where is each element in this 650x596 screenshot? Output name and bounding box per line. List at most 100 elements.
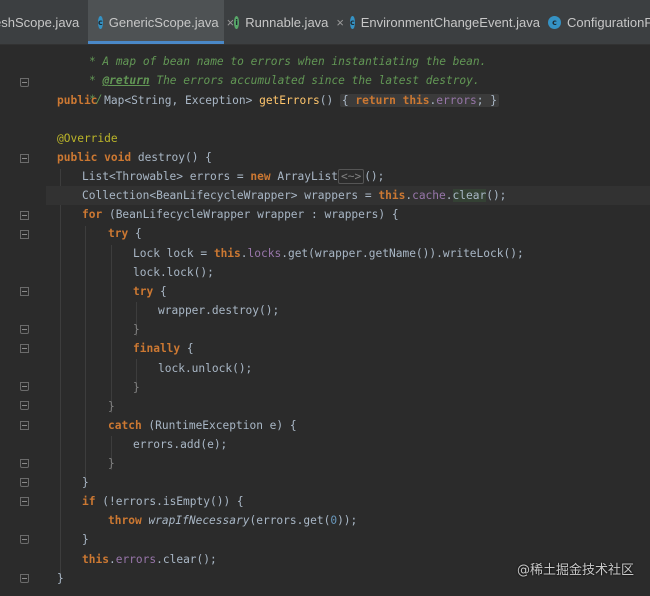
code-text: { [128,227,142,240]
code-text: () [319,94,340,107]
brace: } [82,476,89,489]
code-text: .get(wrapper.getName()).writeLock(); [281,247,524,260]
fold-marker-icon[interactable] [20,574,29,583]
keyword: try [133,285,154,298]
code-text: . [240,247,248,260]
code-line: catch (RuntimeException e) { [108,416,297,435]
keyword: finally [133,342,181,355]
code-text: (); [486,189,507,202]
keyword: for [82,208,103,221]
fold-marker-icon[interactable] [20,535,29,544]
code-line: try { [133,282,167,301]
close-icon[interactable]: × [336,15,344,30]
code-line: lock.lock(); [133,263,214,282]
code-line: */ [62,71,102,106]
method-name: wrapIfNecessary [148,514,250,527]
fold-marker-icon[interactable] [20,401,29,410]
indent-guide [60,169,61,579]
fold-marker-icon[interactable] [20,497,29,506]
field: errors [436,94,477,107]
code-text: lock.lock(); [133,266,214,279]
tab-label: GenericScope.java [108,14,219,30]
code-line: List<Throwable> errors = new ArrayList <~… [82,167,384,186]
indent-guide [111,245,112,413]
code-line: Lock lock = this.locks.get(wrapper.getNa… [133,244,524,263]
code-editor[interactable]: * A map of bean name to errors when inst… [0,45,650,596]
keyword: return [355,94,396,107]
tab-configurationproperties[interactable]: c ConfigurationPro [548,0,650,44]
keyword: public void [57,151,132,164]
java-class-icon: c [98,15,103,29]
code-text: (BeanLifecycleWrapper wrapper : wrappers… [102,208,399,221]
code-line: } [108,397,115,416]
brace: } [133,381,140,394]
keyword: try [108,227,129,240]
code-line: public Map<String, Exception> getErrors(… [57,91,499,110]
code-line: } [82,473,89,492]
keyword: catch [108,419,142,432]
code-text: (!errors.isEmpty()) { [95,495,244,508]
diamond-fold[interactable]: <~> [337,169,365,184]
brace: } [57,572,64,585]
keyword: public [57,94,98,107]
code-text: (); [364,170,385,183]
java-class-icon: c [350,15,355,29]
code-text: .clear(); [156,553,217,566]
brace: } [108,457,115,470]
fold-marker-icon[interactable] [20,287,29,296]
code-text: . [445,189,453,202]
tab-label: Runnable.java [245,14,329,30]
type: ArrayList [270,170,338,183]
code-text: errors.add(e); [133,438,228,451]
code-text: } [490,94,497,107]
code-line: } [108,454,115,473]
doc-comment: The errors accumulated since the latest … [149,74,480,87]
folded-body[interactable]: { return this.errors; } [339,94,499,107]
code-text: { [153,285,167,298]
code-text: (errors.get( [249,514,331,527]
code-text: Lock lock = [133,247,214,260]
code-line: throw wrapIfNecessary(errors.get(0)); [108,511,357,530]
code-line-current: Collection<BeanLifecycleWrapper> wrapper… [46,186,650,205]
field: locks [247,247,282,260]
code-line: lock.unlock(); [158,359,252,378]
keyword: throw [108,514,142,527]
code-line: } [57,569,64,588]
code-text: { [341,94,356,107]
code-text: wrapper.destroy(); [158,304,280,317]
code-text: ; [476,94,491,107]
code-line: finally { [133,339,194,358]
field: cache [412,189,446,202]
code-line: if (!errors.isEmpty()) { [82,492,244,511]
fold-marker-icon[interactable] [20,421,29,430]
fold-marker-icon[interactable] [20,478,29,487]
fold-marker-icon[interactable] [20,78,29,87]
keyword: new [250,170,271,183]
code-line: errors.add(e); [133,435,227,454]
code-line: * A map of bean name to errors when inst… [62,33,486,68]
fold-marker-icon[interactable] [20,325,29,334]
fold-marker-icon[interactable] [20,154,29,163]
fold-marker-icon[interactable] [20,211,29,220]
brace: } [82,533,89,546]
code-text: lock.unlock(); [158,362,253,375]
type: Map<String, Exception> [97,94,260,107]
code-text: { [180,342,194,355]
code-line: for (BeanLifecycleWrapper wrapper : wrap… [82,205,399,224]
tab-label: eshScope.java [0,14,80,30]
annotation: @Override [57,132,118,145]
code-line: } [133,320,140,339]
code-line: wrapper.destroy(); [158,301,279,320]
fold-marker-icon[interactable] [20,459,29,468]
keyword: this [378,189,406,202]
method-name: getErrors [259,94,320,107]
fold-marker-icon[interactable] [20,344,29,353]
fold-marker-icon[interactable] [20,382,29,391]
tab-label: EnvironmentChangeEvent.java [360,14,540,30]
code-text: Collection<BeanLifecycleWrapper> wrapper… [82,189,379,202]
javadoc-tag: @return [102,74,150,87]
brace: } [108,400,115,413]
indent-guide [85,226,86,477]
fold-marker-icon[interactable] [20,230,29,239]
